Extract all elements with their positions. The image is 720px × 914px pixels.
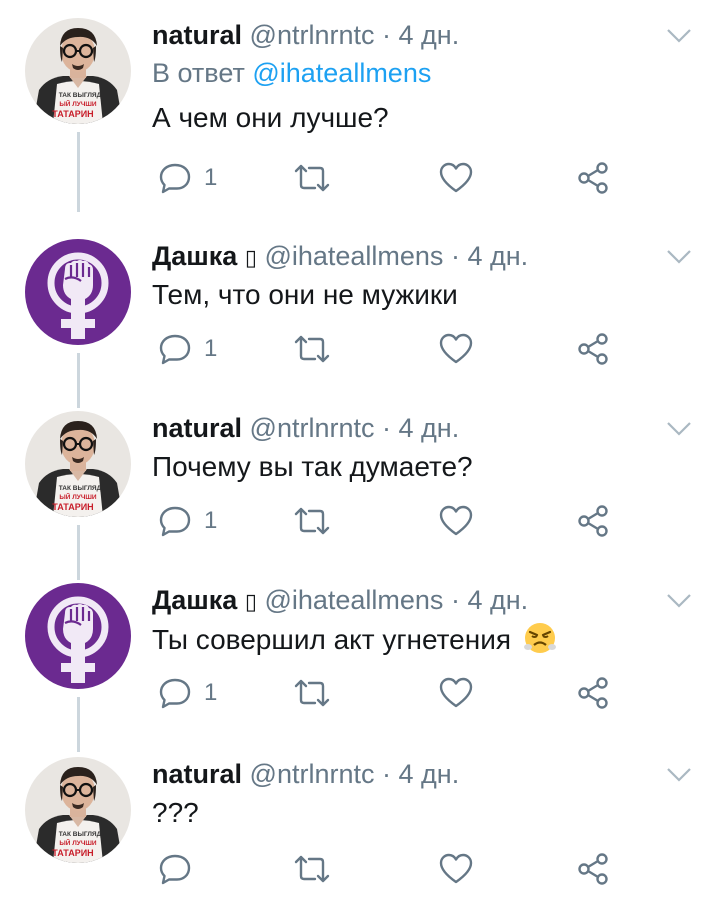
tweet-text: А чем они лучше? — [152, 102, 389, 133]
chevron-down-icon[interactable] — [666, 28, 692, 44]
share-button[interactable] — [576, 501, 610, 541]
retweet-button[interactable] — [292, 158, 332, 198]
name-emoji-glyph: ▯ — [244, 590, 257, 615]
reply-button[interactable]: 1 — [158, 673, 217, 713]
tweet[interactable]: natural @ntrlnrntc · 4 дн. В ответ @ihat… — [0, 0, 720, 212]
reply-icon — [159, 334, 191, 365]
avatar[interactable] — [25, 411, 131, 517]
retweet-icon — [294, 507, 330, 535]
reply-button[interactable]: 1 — [158, 158, 217, 198]
action-bar: 1 — [152, 673, 630, 713]
action-bar — [152, 849, 630, 889]
timestamp[interactable]: · 4 дн. — [451, 585, 528, 615]
tweet-header: Дашка ▯ @ihateallmens · 4 дн. — [152, 583, 650, 620]
reply-button[interactable]: 1 — [158, 329, 217, 369]
avatar[interactable] — [25, 757, 131, 863]
name-emoji-glyph: ▯ — [244, 246, 257, 271]
tweet[interactable]: natural @ntrlnrntc · 4 дн. Почему вы так… — [0, 393, 720, 580]
heart-icon — [439, 505, 473, 536]
heart-icon — [439, 853, 473, 884]
like-button[interactable] — [438, 673, 474, 713]
handle[interactable]: @ntrlnrntc — [250, 413, 375, 443]
reply-button[interactable]: 1 — [158, 501, 217, 541]
timestamp[interactable]: · 4 дн. — [451, 241, 528, 271]
share-button[interactable] — [576, 158, 610, 198]
reply-icon — [159, 854, 191, 885]
share-icon — [578, 333, 608, 365]
avatar[interactable] — [25, 583, 131, 689]
avatar[interactable] — [25, 18, 131, 124]
like-button[interactable] — [438, 849, 474, 889]
display-name[interactable]: Дашка — [152, 585, 237, 615]
display-name[interactable]: natural — [152, 20, 242, 50]
tweet[interactable]: natural @ntrlnrntc · 4 дн. ??? — [0, 739, 720, 914]
timestamp[interactable]: · 4 дн. — [382, 413, 459, 443]
angry-face-emoji-icon — [523, 623, 556, 653]
display-name[interactable]: natural — [152, 413, 242, 443]
action-bar: 1 — [152, 501, 630, 541]
share-icon — [578, 162, 608, 194]
share-icon — [578, 505, 608, 537]
chevron-down-icon[interactable] — [666, 767, 692, 783]
chevron-down-icon[interactable] — [666, 249, 692, 265]
retweet-button[interactable] — [292, 673, 332, 713]
heart-icon — [439, 677, 473, 708]
tweet-text: Тем, что они не мужики — [152, 279, 458, 310]
display-name[interactable]: Дашка — [152, 241, 237, 271]
tweet-text: ??? — [152, 797, 199, 828]
handle[interactable]: @ihateallmens — [264, 585, 443, 615]
reply-button[interactable] — [158, 849, 204, 889]
action-bar: 1 — [152, 329, 630, 369]
tweet[interactable]: Дашка ▯ @ihateallmens · 4 дн. Тем, что о… — [0, 221, 720, 408]
retweet-button[interactable] — [292, 501, 332, 541]
reply-icon — [159, 163, 191, 194]
chevron-down-icon[interactable] — [666, 421, 692, 437]
heart-icon — [439, 333, 473, 364]
retweet-icon — [294, 855, 330, 883]
share-icon — [578, 677, 608, 709]
reply-count: 1 — [204, 164, 218, 191]
tweet-header: Дашка ▯ @ihateallmens · 4 дн. — [152, 239, 650, 276]
tweet-header: natural @ntrlnrntc · 4 дн. — [152, 411, 650, 445]
reply-count: 1 — [204, 507, 218, 534]
share-icon — [578, 853, 608, 885]
reply-prefix: В ответ — [152, 58, 245, 88]
chevron-down-icon[interactable] — [666, 593, 692, 609]
reply-count: 1 — [204, 335, 218, 362]
tweet-header: natural @ntrlnrntc · 4 дн. — [152, 18, 650, 52]
reply-context: В ответ @ihateallmens — [152, 56, 431, 90]
timestamp[interactable]: · 4 дн. — [382, 759, 459, 789]
tweet-header: natural @ntrlnrntc · 4 дн. — [152, 757, 650, 791]
retweet-button[interactable] — [292, 329, 332, 369]
timestamp[interactable]: · 4 дн. — [382, 20, 459, 50]
tweet[interactable]: Дашка ▯ @ihateallmens · 4 дн. Ты соверши… — [0, 565, 720, 752]
retweet-button[interactable] — [292, 849, 332, 889]
reply-icon — [159, 678, 191, 709]
tweet-text: Ты совершил акт угнетения — [152, 624, 511, 655]
retweet-icon — [294, 679, 330, 707]
like-button[interactable] — [438, 501, 474, 541]
thread-line — [77, 132, 80, 212]
retweet-icon — [294, 164, 330, 192]
reply-count: 1 — [204, 679, 218, 706]
handle[interactable]: @ntrlnrntc — [250, 20, 375, 50]
handle[interactable]: @ntrlnrntc — [250, 759, 375, 789]
share-button[interactable] — [576, 673, 610, 713]
share-button[interactable] — [576, 329, 610, 369]
tweet-text-container: Ты совершил акт угнетения — [152, 621, 557, 658]
action-bar: 1 — [152, 158, 630, 198]
handle[interactable]: @ihateallmens — [264, 241, 443, 271]
reply-mention-link[interactable]: @ihateallmens — [252, 58, 431, 88]
avatar[interactable] — [25, 239, 131, 345]
retweet-icon — [294, 335, 330, 363]
like-button[interactable] — [438, 329, 474, 369]
share-button[interactable] — [576, 849, 610, 889]
like-button[interactable] — [438, 158, 474, 198]
heart-icon — [439, 162, 473, 193]
display-name[interactable]: natural — [152, 759, 242, 789]
tweet-text: Почему вы так думаете? — [152, 451, 473, 482]
reply-icon — [159, 506, 191, 537]
